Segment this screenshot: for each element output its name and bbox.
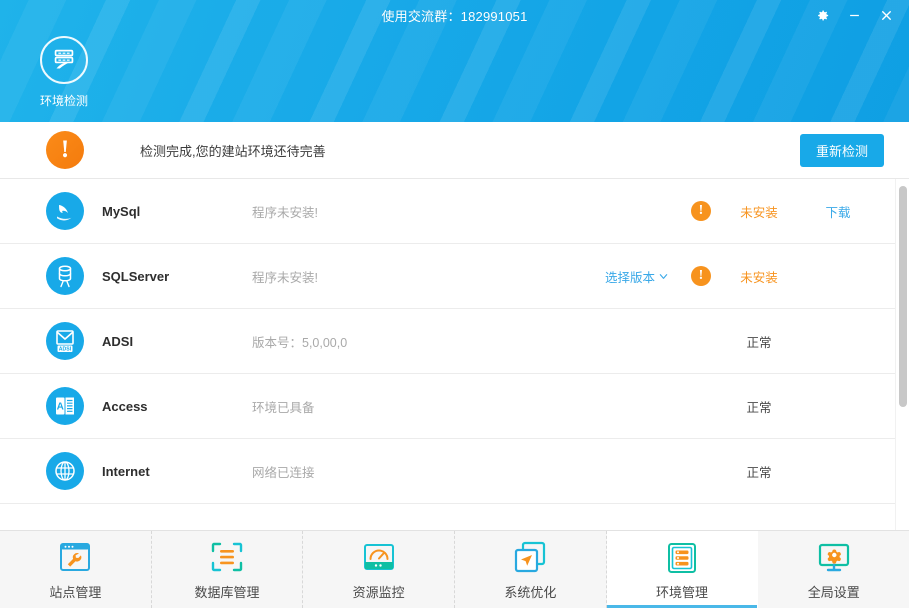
nav-item-site-manage[interactable]: 站点管理: [0, 531, 152, 608]
nav-item-label: 数据库管理: [195, 582, 260, 601]
row-name: Access: [102, 399, 252, 414]
minimize-icon: [847, 8, 862, 23]
nav-item-label: 站点管理: [49, 582, 101, 601]
adsi-envelope-icon: ADSI: [46, 322, 84, 360]
row-name: SQLServer: [102, 269, 252, 284]
nav-item-resource-monitor[interactable]: 资源监控: [303, 531, 455, 608]
database-manage-icon: [208, 539, 246, 577]
version-select-label: 选择版本: [605, 267, 655, 286]
environment-list-wrapper: MySql 程序未安装! ! 未安装 下载 SQLServer 程序未安装! 选…: [0, 179, 909, 530]
server-stack-icon: [49, 45, 79, 75]
status-badge: 正常: [711, 332, 807, 351]
status-badge: 正常: [711, 462, 807, 481]
brand-logo: [40, 36, 88, 84]
version-select[interactable]: 选择版本: [605, 267, 669, 286]
status-badge: 未安装: [711, 267, 807, 286]
system-optimize-icon: [511, 539, 549, 577]
chevron-down-icon: [658, 271, 669, 282]
brand-label: 环境检测: [40, 92, 88, 109]
row-warning-icon: !: [691, 201, 711, 221]
row-actions: ! 未安装 下载: [691, 201, 895, 221]
globe-icon: [46, 452, 84, 490]
nav-item-global-settings[interactable]: 全局设置: [758, 531, 909, 608]
scrollbar-thumb[interactable]: [899, 186, 907, 407]
mysql-dolphin-icon: [46, 192, 84, 230]
gear-icon: [815, 8, 830, 23]
row-name: ADSI: [102, 334, 252, 349]
status-icon-glyph: !: [61, 137, 69, 162]
env-manage-icon: [663, 539, 701, 577]
download-link[interactable]: 下载: [807, 202, 869, 221]
nav-item-database-manage[interactable]: 数据库管理: [152, 531, 304, 608]
row-description: 网络已连接: [252, 462, 542, 481]
status-badge: 正常: [711, 397, 807, 416]
nav-item-label: 系统优化: [504, 582, 556, 601]
table-row[interactable]: Internet 网络已连接 正常: [0, 439, 895, 504]
table-row[interactable]: SQLServer 程序未安装! 选择版本 ! 未安装: [0, 244, 895, 309]
table-row[interactable]: MySql 程序未安装! ! 未安装 下载: [0, 179, 895, 244]
row-name: MySql: [102, 204, 252, 219]
nav-item-label: 全局设置: [808, 582, 860, 601]
status-message: 检测完成,您的建站环境还待完善: [140, 141, 326, 160]
minimize-button[interactable]: [839, 2, 869, 28]
resource-monitor-icon: [360, 539, 398, 577]
row-icon: [46, 452, 84, 490]
app-window: 使用交流群：182991051: [0, 0, 909, 608]
bottom-navigation: 站点管理 数据库管理 资源监控 系统优化: [0, 530, 909, 608]
window-controls: [807, 0, 901, 30]
row-actions: 正常: [691, 332, 895, 351]
row-icon: [46, 192, 84, 230]
row-icon: ADSI: [46, 322, 84, 360]
list-scrollbar[interactable]: [895, 179, 909, 530]
close-icon: [879, 8, 894, 23]
warning-exclamation-icon: !: [46, 131, 84, 169]
settings-button[interactable]: [807, 2, 837, 28]
window-title: 使用交流群：182991051: [381, 6, 527, 25]
environment-list: MySql 程序未安装! ! 未安装 下载 SQLServer 程序未安装! 选…: [0, 179, 895, 530]
row-icon: A: [46, 387, 84, 425]
row-description: 程序未安装!: [252, 202, 542, 221]
nav-item-label: 环境管理: [656, 582, 708, 601]
detection-status-bar: ! 检测完成,您的建站环境还待完善 重新检测: [0, 122, 909, 179]
nav-item-env-manage[interactable]: 环境管理: [607, 531, 759, 608]
row-description: 版本号：5,0,00,0: [252, 332, 542, 351]
site-manage-icon: [56, 539, 94, 577]
row-name: Internet: [102, 464, 252, 479]
table-row[interactable]: ADSI ADSI 版本号：5,0,00,0 正常: [0, 309, 895, 374]
svg-text:ADSI: ADSI: [59, 347, 72, 353]
nav-item-label: 资源监控: [353, 582, 405, 601]
title-bar[interactable]: 使用交流群：182991051: [0, 0, 909, 30]
access-icon: A: [46, 387, 84, 425]
nav-item-system-optimize[interactable]: 系统优化: [455, 531, 607, 608]
row-actions: 正常: [691, 462, 895, 481]
sqlserver-icon: [46, 257, 84, 295]
row-description: 环境已具备: [252, 397, 542, 416]
row-description: 程序未安装!: [252, 267, 542, 286]
status-badge: 未安装: [711, 202, 807, 221]
close-button[interactable]: [871, 2, 901, 28]
window-header: 使用交流群：182991051: [0, 0, 909, 122]
row-actions: 选择版本 ! 未安装: [605, 266, 895, 286]
row-actions: 正常: [691, 397, 895, 416]
recheck-button[interactable]: 重新检测: [800, 134, 884, 167]
svg-text:A: A: [57, 402, 64, 413]
row-warning-icon: !: [691, 266, 711, 286]
global-settings-icon: [815, 539, 853, 577]
row-icon: [46, 257, 84, 295]
brand-block: 环境检测: [32, 36, 96, 109]
table-row[interactable]: A Access 环境已具备 正常: [0, 374, 895, 439]
